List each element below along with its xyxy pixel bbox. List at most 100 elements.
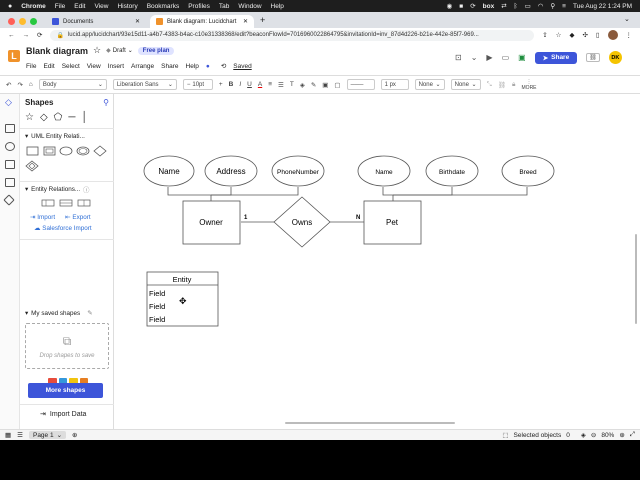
export-link[interactable]: ⇤ Export (65, 214, 90, 221)
presentation-icon[interactable]: ⊡ (455, 53, 462, 62)
zoom-out-icon[interactable]: ⊖ (591, 431, 596, 439)
tab-search-chevron-icon[interactable]: ⌄ (624, 15, 630, 23)
arrow-start-select[interactable]: None ⌄ (414, 79, 445, 90)
history-icon[interactable]: ⟲ (221, 62, 226, 70)
shadow-icon[interactable]: ▣ (322, 81, 328, 89)
menu-help[interactable]: Help (271, 3, 284, 10)
app-menu-file[interactable]: File (26, 63, 36, 70)
search-icon[interactable]: ⚲ (550, 2, 555, 10)
profile-avatar[interactable] (607, 30, 618, 40)
link-icon[interactable]: ⛓ (498, 81, 506, 89)
clock[interactable]: Tue Aug 22 1:24 PM (573, 3, 632, 10)
address-bar[interactable]: 🔒 lucid.app/lucidchart/93e15d11-a4b7-438… (50, 29, 535, 41)
line-shape-icon[interactable]: ─ (68, 112, 75, 123)
layers-icon[interactable]: ◈ (581, 431, 586, 439)
connector-line[interactable] (211, 187, 232, 196)
fullscreen-icon[interactable]: ⤢ (630, 431, 635, 439)
star-shape-icon[interactable]: ☆ (25, 112, 34, 123)
tab-documents[interactable]: Documents ✕ (46, 15, 146, 28)
line-color-icon[interactable]: ✎ (311, 81, 316, 89)
shapes-panel-icon[interactable]: ◇ (5, 97, 15, 107)
image-icon[interactable]: ▢ (334, 81, 340, 89)
tab-close-icon[interactable]: ✕ (243, 18, 248, 25)
document-title[interactable]: Blank diagram (26, 46, 88, 56)
vertical-scrollbar[interactable] (635, 234, 637, 324)
diamond-icon[interactable] (3, 194, 15, 206)
browser-menu-icon[interactable]: ⋮ (626, 31, 633, 39)
minus-icon[interactable]: − (187, 82, 191, 88)
pentagon-shape-icon[interactable]: ⬠ (54, 112, 63, 123)
app-menu-share[interactable]: Share (161, 63, 178, 70)
list-view-icon[interactable]: ☰ (17, 431, 23, 439)
info-icon[interactable]: ⓘ (83, 185, 89, 194)
er-table-shape-icon[interactable] (41, 199, 55, 207)
grid-view-icon[interactable]: ▦ (5, 431, 11, 439)
app-menu-view[interactable]: View (87, 63, 101, 70)
edit-pencil-icon[interactable]: ✎ (87, 310, 92, 317)
close-window-icon[interactable] (8, 18, 15, 25)
line-width-select[interactable]: 1 px (380, 79, 409, 90)
import-data-button[interactable]: ⇥ Import Data (40, 410, 86, 419)
apple-icon[interactable]: ● (8, 3, 12, 10)
back-icon[interactable]: ← (8, 32, 15, 39)
salesforce-import-link[interactable]: ☁ Salesforce Import (34, 225, 92, 232)
arrow-end-select[interactable]: None ⌄ (450, 79, 481, 90)
new-tab-icon[interactable]: + (260, 15, 265, 25)
font-size-select[interactable]: −10pt (182, 79, 213, 90)
menu-profiles[interactable]: Profiles (188, 3, 210, 10)
zoom-window-icon[interactable] (30, 18, 37, 25)
text-options-icon[interactable]: T (290, 81, 294, 88)
horizontal-scrollbar[interactable] (285, 422, 455, 424)
app-menu-insert[interactable]: Insert (108, 63, 124, 70)
lock-shape-icon[interactable]: 🔒︎ (512, 81, 515, 89)
plan-badge[interactable]: Free plan (137, 46, 175, 55)
weak-entity-shape-icon[interactable] (43, 146, 56, 156)
app-menu-name[interactable]: Chrome (21, 3, 46, 10)
fill-color-icon[interactable]: ◈ (300, 81, 305, 89)
wifi-icon[interactable]: ◠ (538, 2, 544, 10)
tab-close-icon[interactable]: ✕ (135, 18, 140, 25)
list-icon[interactable]: ☰ (278, 81, 284, 89)
menu-window[interactable]: Window (238, 3, 261, 10)
user-avatar[interactable]: DK (608, 51, 622, 64)
relationship-shape-icon[interactable] (93, 145, 107, 157)
saved-shapes-header[interactable]: ▾ My saved shapes ✎ (25, 310, 92, 317)
page-selector[interactable]: Page 1 ⌄ (28, 431, 67, 439)
reload-icon[interactable]: ⟳ (37, 31, 42, 39)
minimize-window-icon[interactable] (19, 18, 26, 25)
undo-icon[interactable]: ↶ (6, 81, 11, 89)
battery-icon[interactable]: ▭ (525, 2, 531, 10)
record-icon[interactable]: ◉ (447, 2, 453, 10)
zoom-in-icon[interactable]: ⊕ (619, 431, 624, 439)
copy-link-icon[interactable]: ⛓ (586, 53, 600, 62)
forward-icon[interactable]: → (23, 32, 30, 39)
lucid-logo-icon[interactable]: L (8, 50, 20, 62)
control-center-icon[interactable]: ≡ (562, 3, 566, 10)
more-button[interactable]: ⋮ MORE (522, 79, 537, 91)
font-select[interactable]: Liberation Sans ⌄ (112, 79, 177, 90)
app-menu-help[interactable]: Help (186, 63, 199, 70)
app-menu-select[interactable]: Select (62, 63, 80, 70)
redo-icon[interactable]: ↷ (17, 81, 22, 89)
app-menu-arrange[interactable]: Arrange (131, 63, 154, 70)
layers-icon[interactable] (5, 160, 15, 169)
menu-edit[interactable]: Edit (74, 3, 85, 10)
format-painter-icon[interactable]: ⌂ (29, 81, 33, 88)
menu-view[interactable]: View (94, 3, 108, 10)
menu-history[interactable]: History (117, 3, 137, 10)
integration-icon[interactable]: ▣ (518, 53, 526, 62)
vertical-line-shape-icon[interactable]: │ (81, 112, 87, 123)
bold-icon[interactable]: B (229, 81, 234, 88)
share-button[interactable]: ➤ Share (534, 51, 578, 64)
line-style-select[interactable]: ─── (346, 79, 375, 90)
box-icon[interactable]: box (483, 3, 495, 10)
zoom-level[interactable]: 80% (601, 432, 614, 439)
sync-icon[interactable]: ⇄ (501, 2, 506, 10)
sidepanel-icon[interactable]: ▯ (596, 31, 600, 39)
font-size-increase-icon[interactable]: + (219, 81, 223, 88)
menu-bookmarks[interactable]: Bookmarks (147, 3, 180, 10)
connector-line[interactable] (211, 187, 299, 196)
add-page-icon[interactable]: ⊕ (72, 431, 77, 439)
favorite-star-icon[interactable]: ☆ (93, 45, 101, 56)
app-menu-edit[interactable]: Edit (43, 63, 54, 70)
